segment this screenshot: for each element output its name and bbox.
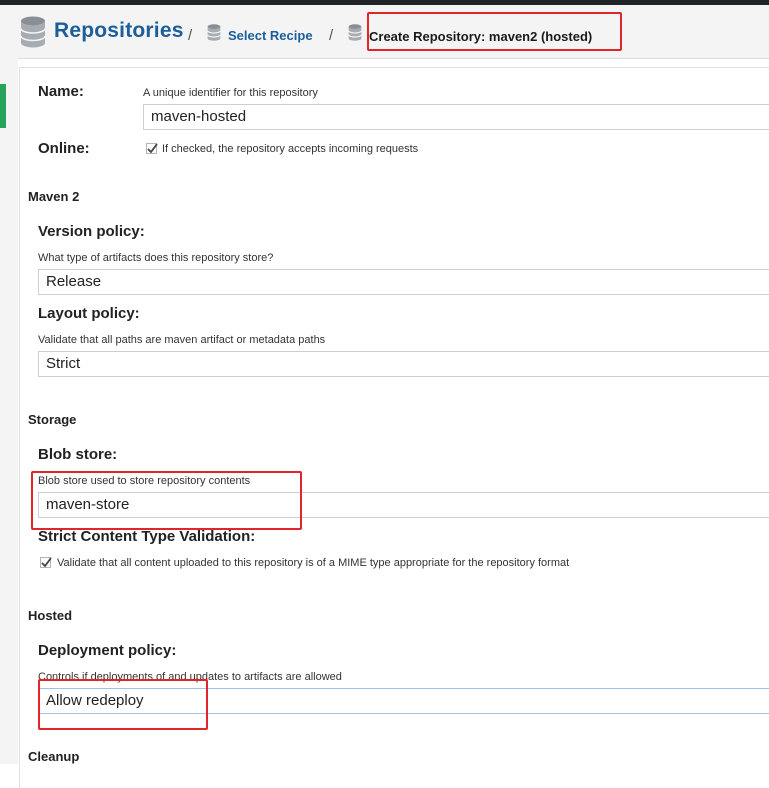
version-policy-select[interactable]: Release: [38, 269, 769, 295]
name-input[interactable]: maven-hosted: [143, 104, 769, 130]
section-maven-2: Maven 2: [28, 189, 80, 204]
blob-store-label: Blob store:: [38, 446, 118, 463]
check-icon: [147, 143, 158, 154]
breadcrumb-separator: /: [188, 27, 193, 44]
layout-policy-label: Layout policy:: [38, 305, 140, 322]
online-checkbox[interactable]: [146, 143, 158, 154]
section-storage: Storage: [28, 412, 77, 427]
version-policy-hint: What type of artifacts does this reposit…: [38, 252, 274, 264]
online-checkbox-text: If checked, the repository accepts incom…: [162, 143, 419, 155]
strict-validation-checkbox[interactable]: [40, 557, 52, 568]
deployment-policy-select[interactable]: Allow redeploy: [38, 688, 769, 714]
database-icon: [20, 16, 46, 48]
database-icon: [207, 24, 221, 41]
section-cleanup: Cleanup: [28, 749, 80, 764]
deployment-policy-label: Deployment policy:: [38, 642, 177, 659]
page-title[interactable]: Repositories: [54, 19, 184, 43]
side-strip: [0, 58, 18, 764]
strict-validation-label: Strict Content Type Validation:: [38, 528, 256, 545]
version-policy-label: Version policy:: [38, 223, 145, 240]
active-nav-marker: [0, 84, 6, 128]
breadcrumb-select-recipe[interactable]: Select Recipe: [228, 28, 313, 43]
blob-store-hint: Blob store used to store repository cont…: [38, 475, 251, 487]
section-hosted: Hosted: [28, 608, 73, 623]
online-label: Online:: [38, 140, 90, 157]
breadcrumb-separator: /: [329, 27, 334, 44]
database-icon: [348, 24, 362, 41]
deployment-policy-hint: Controls if deployments of and updates t…: [38, 671, 342, 683]
breadcrumb-current: Create Repository: maven2 (hosted): [369, 29, 593, 44]
check-icon: [41, 557, 52, 568]
layout-policy-select[interactable]: Strict: [38, 351, 769, 377]
name-hint: A unique identifier for this repository: [143, 87, 318, 99]
strict-validation-checkbox-text: Validate that all content uploaded to th…: [57, 557, 570, 569]
page-header: Repositories / Select Recipe / Create Re…: [0, 5, 769, 59]
layout-policy-hint: Validate that all paths are maven artifa…: [38, 334, 326, 346]
name-label: Name:: [38, 83, 84, 100]
blob-store-select[interactable]: maven-store: [38, 492, 769, 518]
